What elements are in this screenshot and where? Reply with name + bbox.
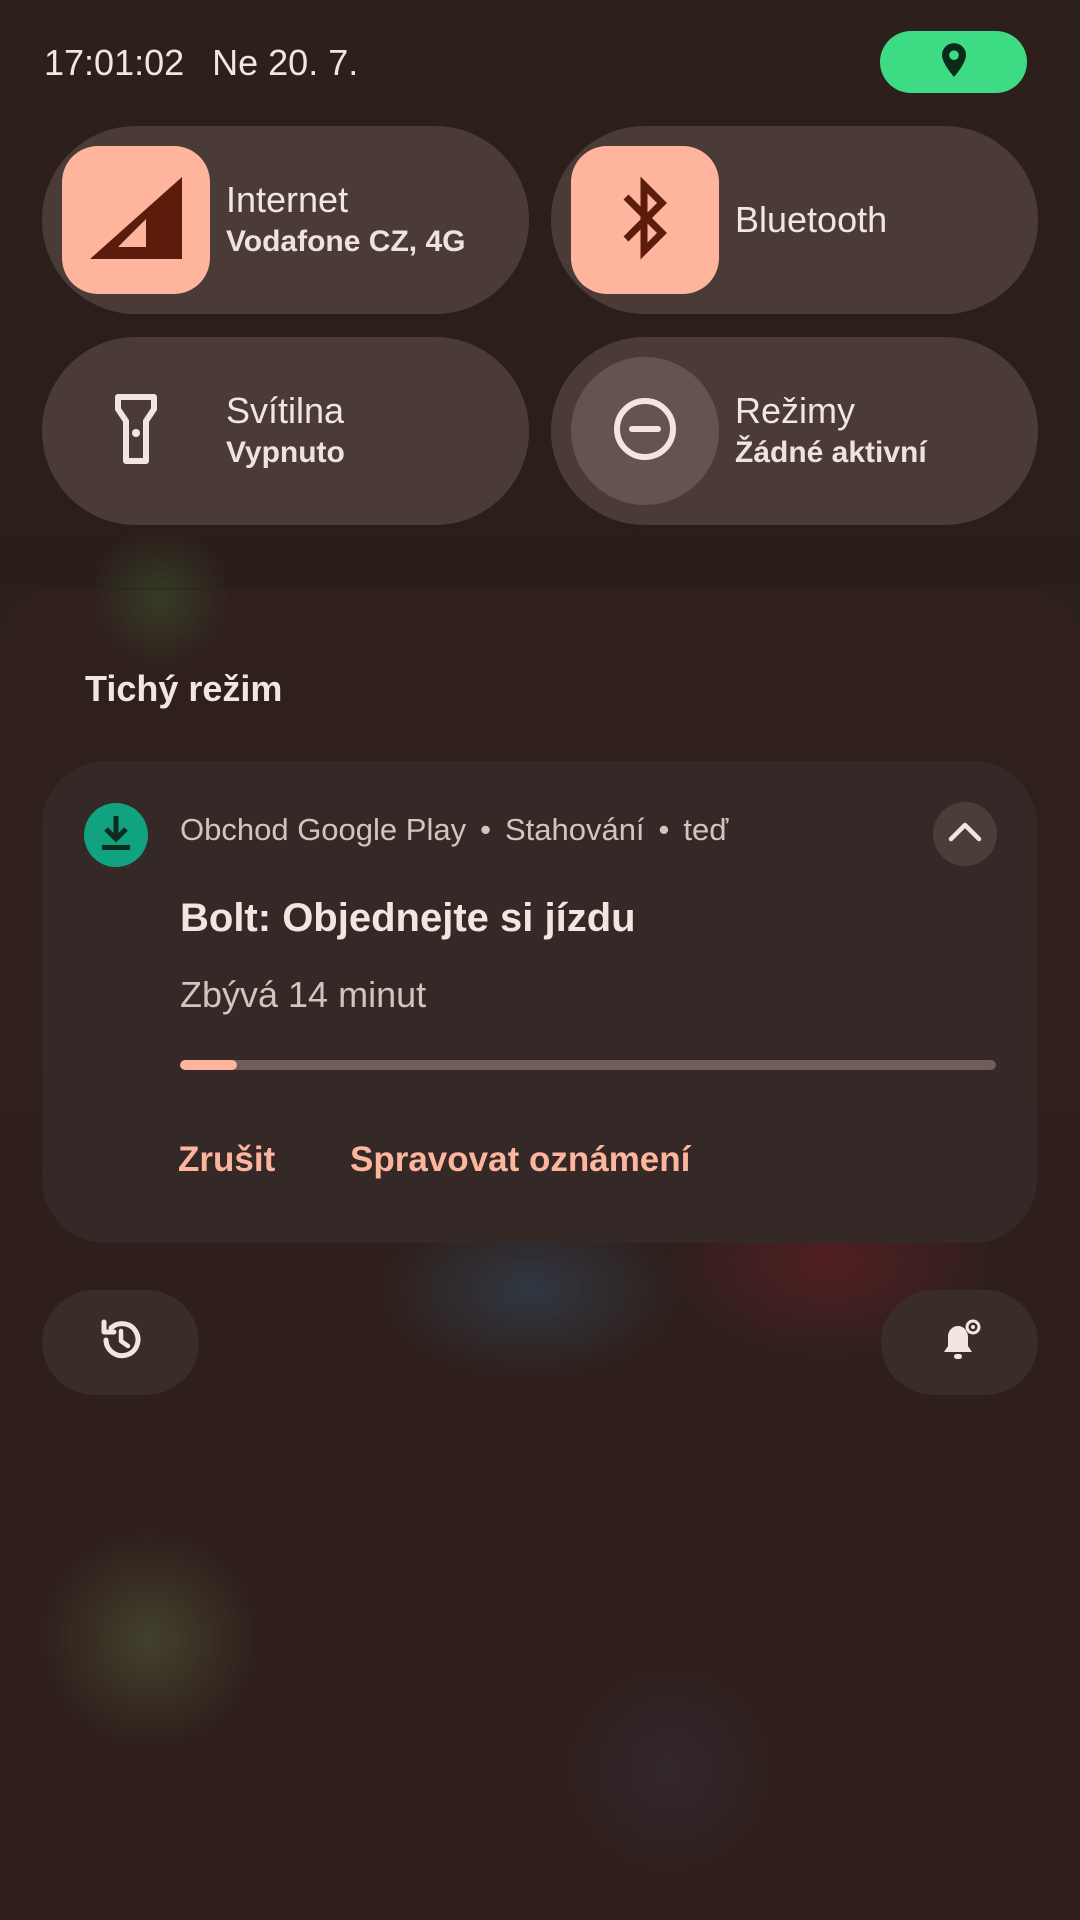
app-name: Obchod Google Play [180,812,467,847]
tile-label: Svítilna [226,390,345,431]
notification-settings-button[interactable] [881,1290,1038,1395]
tile-sublabel: Žádné aktivní [735,436,927,469]
tile-modes[interactable]: Režimy Žádné aktivní [551,337,1038,525]
separator-dot: • [658,812,670,847]
tile-internet-text: Internet Vodafone CZ, 4G [226,126,465,314]
download-progress-bar [180,1060,996,1070]
notification-header: Obchod Google Play • Stahování • teď [180,812,728,848]
tile-bluetooth-icon-box[interactable] [571,146,719,294]
cancel-button[interactable]: Zrušit [178,1140,275,1180]
bluetooth-icon [620,175,670,266]
history-icon [98,1317,144,1368]
notification-channel: Stahování [504,812,645,847]
tile-bluetooth[interactable]: Bluetooth [551,126,1038,314]
location-indicator[interactable] [880,31,1027,93]
clock: 17:01:02 [44,42,185,83]
tile-bluetooth-text: Bluetooth [735,126,887,314]
download-progress-fill [180,1060,238,1070]
manage-notifications-button[interactable]: Spravovat oznámení [350,1140,690,1180]
tile-flashlight[interactable]: Svítilna Vypnuto [42,337,529,525]
tile-internet[interactable]: Internet Vodafone CZ, 4G [42,126,529,314]
tile-flashlight-text: Svítilna Vypnuto [226,337,345,525]
do-not-disturb-icon [612,396,678,467]
collapse-button[interactable] [933,802,997,866]
app-icon [84,803,148,867]
section-header-silent: Tichý režim [85,668,283,709]
signal-icon [86,173,186,268]
tile-label: Bluetooth [735,199,888,240]
tile-flashlight-icon-box[interactable] [62,357,210,505]
chevron-up-icon [948,821,982,848]
tile-sublabel: Vypnuto [226,436,345,469]
bell-settings-icon [936,1316,984,1369]
download-icon [99,814,133,857]
notification-text: Zbývá 14 minut [180,974,427,1015]
notification-title: Bolt: Objednejte si jízdu [180,896,636,940]
tile-sublabel: Vodafone CZ, 4G [226,225,466,258]
date: Ne 20. 7. [212,42,359,83]
separator-dot: • [480,812,491,847]
tile-modes-text: Režimy Žádné aktivní [735,337,927,525]
notification-time: teď [683,812,729,847]
notification-history-button[interactable] [42,1290,199,1395]
location-pin-icon [939,42,969,83]
tile-modes-icon-box[interactable] [571,357,719,505]
tile-label: Internet [226,179,349,220]
tile-internet-icon-box[interactable] [62,146,210,294]
status-row: 17:01:02 Ne 20. 7. [44,38,358,88]
tile-label: Režimy [735,390,856,431]
flashlight-icon [114,393,158,470]
